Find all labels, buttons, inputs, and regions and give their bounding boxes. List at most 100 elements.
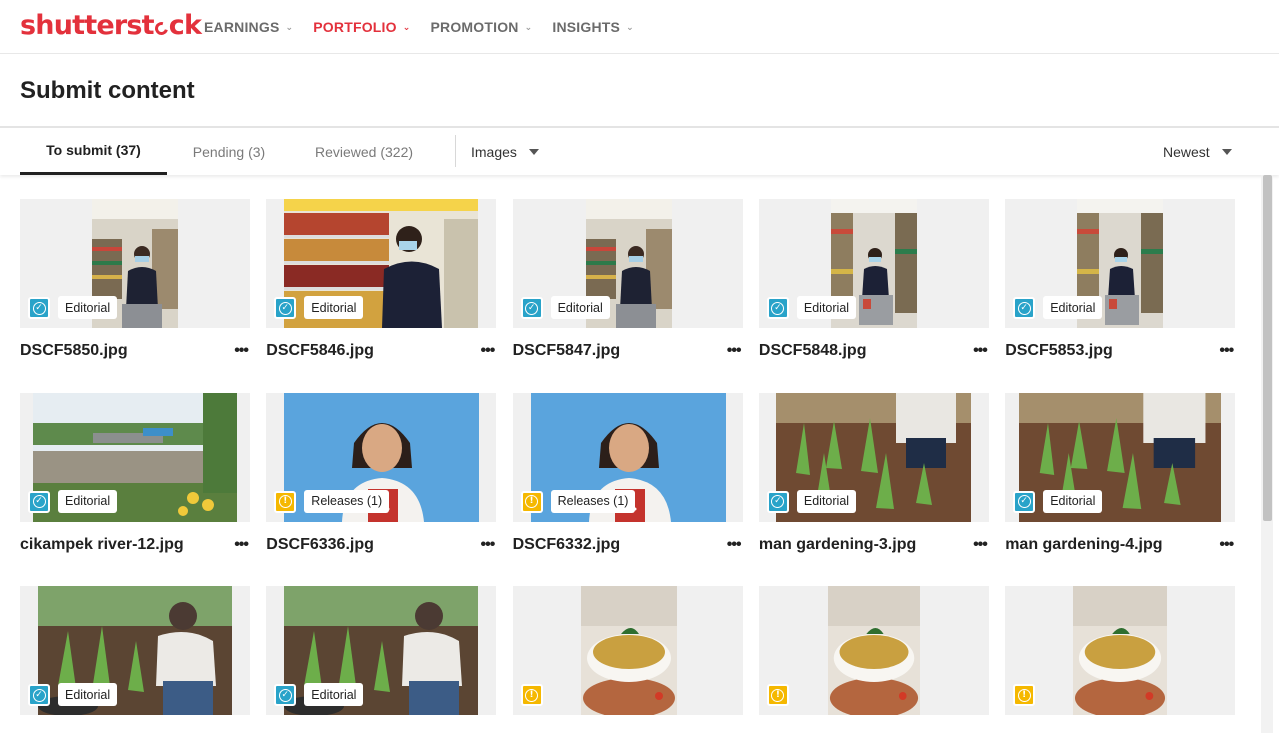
image-thumbnail[interactable]: ✓ Editorial — [20, 586, 250, 715]
image-thumbnail[interactable]: ✓ Editorial — [20, 199, 250, 328]
file-name: DSCF5850.jpg — [20, 342, 128, 359]
page-title: Submit content — [20, 77, 195, 104]
image-thumbnail[interactable]: ✓ Editorial — [758, 199, 989, 328]
shutterstock-logo[interactable]: shutterst ck — [20, 10, 202, 41]
media-type-dropdown[interactable]: Images — [471, 128, 539, 175]
image-card[interactable]: ✓ Editorial DSCF5850.jpg ••• — [20, 199, 250, 364]
file-name: DSCF5846.jpg — [266, 342, 374, 359]
image-thumbnail[interactable]: ✓ Editorial — [512, 199, 743, 328]
file-name: cikampek river-12.jpg — [20, 535, 184, 553]
tab-to-submit[interactable]: To submit (37) — [20, 128, 167, 175]
file-name: man gardening-4.jpg — [1005, 535, 1163, 553]
image-thumbnail[interactable]: ✓ Editorial — [266, 199, 497, 328]
scrollbar[interactable] — [1261, 175, 1273, 733]
sort-dropdown[interactable]: Newest — [1163, 128, 1232, 175]
status-badge: Editorial — [796, 489, 857, 513]
image-thumbnail[interactable]: ! — [512, 586, 743, 715]
file-name: DSCF6336.jpg — [266, 535, 374, 553]
image-card[interactable]: ✓ Editorial man gardening-3.jpg ••• — [758, 392, 989, 558]
status-badge: Editorial — [58, 489, 118, 513]
file-name: DSCF6332.jpg — [512, 535, 621, 553]
image-card[interactable]: ✓ Editorial DSCF5847.jpg ••• — [512, 199, 743, 364]
more-options-icon[interactable]: ••• — [1219, 536, 1234, 554]
tabs-divider — [455, 135, 456, 167]
photo — [580, 586, 677, 715]
status-badge: Editorial — [58, 683, 118, 706]
warning-icon: ! — [1013, 684, 1036, 706]
chevron-down-icon: ⌄ — [626, 21, 634, 32]
check-circle-icon: ✓ — [28, 684, 50, 706]
chevron-down-icon: ⌄ — [285, 21, 294, 32]
check-circle-icon: ✓ — [1013, 490, 1036, 513]
image-card[interactable]: ! — [1005, 586, 1236, 733]
file-name: DSCF5848.jpg — [758, 342, 867, 359]
image-card[interactable]: ✓ Editorial DSCF5848.jpg ••• — [758, 199, 989, 364]
image-card[interactable]: ! Releases (1) DSCF6332.jpg ••• — [512, 392, 743, 558]
image-thumbnail[interactable]: ! Releases (1) — [512, 392, 743, 522]
check-circle-icon: ✓ — [1013, 297, 1036, 319]
sort-value: Newest — [1163, 143, 1210, 160]
image-thumbnail[interactable]: ✓ Editorial — [758, 392, 989, 522]
image-card[interactable]: ! Releases (1) DSCF6336.jpg ••• — [266, 392, 497, 558]
top-navigation: shutterst ck EARNINGS ⌄ PORTFOLIO ⌄ PROMOTI… — [0, 0, 1279, 54]
image-thumbnail[interactable]: ✓ Editorial — [20, 392, 250, 522]
check-circle-icon: ✓ — [28, 490, 50, 513]
warning-icon: ! — [766, 684, 789, 706]
more-options-icon[interactable]: ••• — [973, 342, 988, 360]
image-card[interactable]: ✓ Editorial — [266, 586, 497, 733]
file-name: DSCF5853.jpg — [1005, 342, 1113, 359]
status-badge: Editorial — [304, 683, 364, 706]
more-options-icon[interactable]: ••• — [727, 536, 742, 554]
image-thumbnail[interactable]: ! — [1005, 586, 1236, 715]
image-thumbnail[interactable]: ! — [758, 586, 989, 715]
scrollbar-thumb[interactable] — [1263, 175, 1272, 521]
file-name: DSCF5847.jpg — [512, 342, 621, 359]
photo — [1073, 586, 1168, 715]
more-options-icon[interactable]: ••• — [480, 342, 495, 360]
nav-portfolio[interactable]: PORTFOLIO ⌄ — [313, 19, 410, 35]
image-card[interactable]: ✓ Editorial — [20, 586, 250, 733]
more-options-icon[interactable]: ••• — [973, 536, 988, 554]
image-card[interactable]: ! — [512, 586, 743, 733]
image-card[interactable]: ✓ Editorial DSCF5846.jpg ••• — [266, 199, 497, 364]
nav-insights[interactable]: INSIGHTS ⌄ — [552, 19, 633, 35]
more-options-icon[interactable]: ••• — [234, 536, 249, 554]
status-badge: Editorial — [1043, 296, 1103, 319]
warning-icon: ! — [274, 490, 297, 513]
nav-promotion[interactable]: PROMOTION ⌄ — [430, 19, 532, 35]
more-options-icon[interactable]: ••• — [234, 342, 249, 360]
tab-pending[interactable]: Pending (3) — [177, 128, 281, 175]
image-thumbnail[interactable]: ! Releases (1) — [266, 392, 497, 522]
tab-reviewed[interactable]: Reviewed (322) — [300, 128, 428, 175]
logo-o-icon — [152, 19, 171, 38]
more-options-icon[interactable]: ••• — [1219, 342, 1234, 360]
tabs-bar: To submit (37) Pending (3) Reviewed (322… — [0, 128, 1279, 175]
image-thumbnail[interactable]: ✓ Editorial — [266, 586, 497, 715]
image-card[interactable]: ! — [758, 586, 989, 733]
image-card[interactable]: ✓ Editorial man gardening-4.jpg ••• — [1005, 392, 1236, 558]
image-card[interactable]: ✓ Editorial cikampek river-12.jpg ••• — [20, 392, 250, 558]
image-card[interactable]: ✓ Editorial DSCF5853.jpg ••• — [1005, 199, 1236, 364]
check-circle-icon: ✓ — [274, 297, 297, 319]
caret-down-icon — [1221, 148, 1232, 155]
check-circle-icon: ✓ — [520, 297, 543, 319]
image-thumbnail[interactable]: ✓ Editorial — [1005, 392, 1236, 522]
photo — [827, 586, 920, 715]
check-circle-icon: ✓ — [28, 297, 50, 319]
check-circle-icon: ✓ — [766, 490, 789, 513]
status-badge: Editorial — [1043, 489, 1103, 513]
more-options-icon[interactable]: ••• — [727, 342, 742, 360]
status-badge: Releases (1) — [304, 489, 390, 513]
warning-icon: ! — [520, 490, 543, 513]
nav-earnings[interactable]: EARNINGS ⌄ — [204, 19, 293, 35]
caret-down-icon — [528, 148, 539, 155]
file-name: man gardening-3.jpg — [758, 535, 917, 553]
image-thumbnail[interactable]: ✓ Editorial — [1005, 199, 1236, 328]
main-nav: EARNINGS ⌄ PORTFOLIO ⌄ PROMOTION ⌄ INSIGHTS… — [204, 19, 654, 35]
chevron-down-icon: ⌄ — [402, 21, 411, 32]
status-badge: Editorial — [796, 296, 857, 319]
media-type-value: Images — [471, 143, 517, 160]
chevron-down-icon: ⌄ — [524, 21, 533, 32]
more-options-icon[interactable]: ••• — [480, 536, 495, 554]
check-circle-icon: ✓ — [766, 297, 789, 319]
